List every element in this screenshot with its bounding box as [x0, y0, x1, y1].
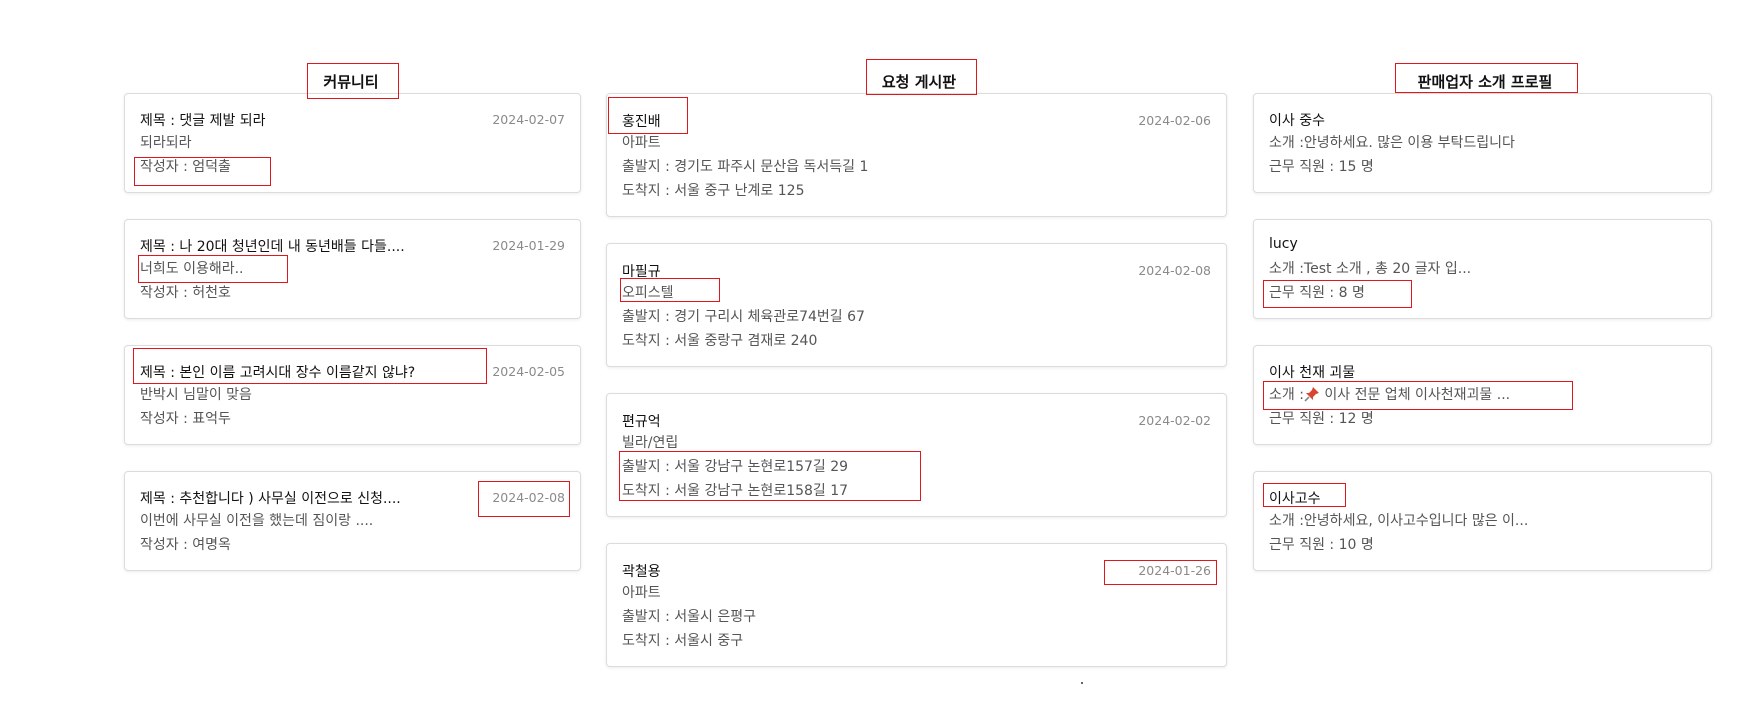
request-name[interactable]: 편규억	[622, 411, 661, 431]
request-from: 출발지 : 경기도 파주시 문산읍 독서득길 1	[622, 159, 869, 175]
post-title[interactable]: 제목 : 추천합니다 ) 사무실 이전으로 신청....	[140, 488, 401, 508]
request-type: 아파트	[622, 135, 661, 151]
community-card[interactable]: 제목 : 본인 이름 고려시대 장수 이름같지 않냐? 2024-02-05 반…	[124, 345, 581, 445]
requests-title: 요청 게시판	[881, 73, 957, 91]
community-card[interactable]: 제목 : 나 20대 청년인데 내 동년배들 다들.... 2024-01-29…	[124, 219, 581, 319]
community-card[interactable]: 제목 : 댓글 제발 되라 2024-02-07 되라되라 작성자 : 엄덕출	[124, 93, 581, 193]
request-from: 출발지 : 경기 구리시 체육관로74번길 67	[622, 309, 865, 325]
request-to: 도착지 : 서울 중구 난계로 125	[622, 183, 805, 199]
request-to: 도착지 : 서울 강남구 논현로158길 17	[622, 483, 849, 499]
seller-intro: 소개 :안녕하세요, 이사고수입니다 많은 이...	[1269, 513, 1529, 529]
seller-intro: 소개 :Test 소개 , 총 20 글자 입...	[1269, 261, 1472, 277]
seller-card[interactable]: 이사고수 소개 :안녕하세요, 이사고수입니다 많은 이... 근무 직원 : …	[1253, 471, 1712, 571]
request-from: 출발지 : 서울 강남구 논현로157길 29	[622, 459, 849, 475]
sellers-title: 판매업자 소개 프로필	[1417, 73, 1553, 91]
request-name[interactable]: 곽철용	[622, 561, 661, 581]
seller-intro-rest: 이사 전문 업체 이사천재괴물 ...	[1319, 387, 1511, 403]
post-author: 작성자 : 표억두	[140, 411, 231, 427]
community-card[interactable]: 제목 : 추천합니다 ) 사무실 이전으로 신청.... 2024-02-08 …	[124, 471, 581, 571]
request-name[interactable]: 마필규	[622, 261, 661, 281]
request-card[interactable]: 마필규 2024-02-08 오피스텔 출발지 : 경기 구리시 체육관로74번…	[606, 243, 1227, 367]
seller-staff: 근무 직원 : 10 명	[1269, 537, 1374, 553]
request-date: 2024-01-26	[1138, 563, 1211, 578]
seller-staff: 근무 직원 : 15 명	[1269, 159, 1374, 175]
seller-name[interactable]: 이사 천재 괴물	[1269, 362, 1355, 382]
request-card[interactable]: 편규억 2024-02-02 빌라/연립 출발지 : 서울 강남구 논현로157…	[606, 393, 1227, 517]
seller-intro: 소개 : 이사 전문 업체 이사천재괴물 ...	[1269, 384, 1510, 404]
community-title: 커뮤니티	[323, 73, 379, 91]
post-author: 작성자 : 엄덕출	[140, 159, 231, 175]
seller-name[interactable]: 이사고수	[1269, 488, 1321, 508]
request-type: 빌라/연립	[622, 435, 679, 451]
seller-card[interactable]: 이사 천재 괴물 소개 : 이사 전문 업체 이사천재괴물 ... 근무 직원 …	[1253, 345, 1712, 445]
post-content: 이번에 사무실 이전을 했는데 짐이랑 ....	[140, 513, 374, 529]
request-name[interactable]: 홍진배	[622, 111, 661, 131]
post-content: 되라되라	[140, 135, 192, 151]
post-title[interactable]: 제목 : 나 20대 청년인데 내 동년배들 다들....	[140, 236, 405, 256]
request-date: 2024-02-08	[1138, 263, 1211, 278]
seller-name[interactable]: lucy	[1269, 236, 1298, 252]
post-date: 2024-02-08	[492, 490, 565, 505]
stray-dot	[1081, 682, 1083, 684]
seller-staff: 근무 직원 : 8 명	[1269, 285, 1365, 301]
post-date: 2024-02-07	[492, 112, 565, 127]
request-from: 출발지 : 서울시 은평구	[622, 609, 756, 625]
post-date: 2024-02-05	[492, 364, 565, 379]
seller-staff: 근무 직원 : 12 명	[1269, 411, 1374, 427]
post-title[interactable]: 제목 : 댓글 제발 되라	[140, 110, 266, 130]
post-content: 너희도 이용해라..	[140, 261, 244, 277]
request-date: 2024-02-06	[1138, 113, 1211, 128]
seller-intro: 소개 :안녕하세요. 많은 이용 부탁드립니다	[1269, 135, 1515, 151]
request-date: 2024-02-02	[1138, 413, 1211, 428]
post-title[interactable]: 제목 : 본인 이름 고려시대 장수 이름같지 않냐?	[140, 362, 415, 382]
request-to: 도착지 : 서울시 중구	[622, 633, 744, 649]
seller-card[interactable]: 이사 중수 소개 :안녕하세요. 많은 이용 부탁드립니다 근무 직원 : 15…	[1253, 93, 1712, 193]
post-date: 2024-01-29	[492, 238, 565, 253]
request-type: 오피스텔	[622, 285, 674, 301]
request-card[interactable]: 홍진배 2024-02-06 아파트 출발지 : 경기도 파주시 문산읍 독서득…	[606, 93, 1227, 217]
post-author: 작성자 : 허천호	[140, 285, 231, 301]
pushpin-icon	[1304, 386, 1320, 403]
seller-intro-prefix: 소개 :	[1269, 387, 1304, 403]
post-content: 반박시 님말이 맞음	[140, 387, 252, 403]
seller-name[interactable]: 이사 중수	[1269, 110, 1325, 130]
post-author: 작성자 : 여명옥	[140, 537, 231, 553]
seller-card[interactable]: lucy 소개 :Test 소개 , 총 20 글자 입... 근무 직원 : …	[1253, 219, 1712, 319]
request-card[interactable]: 곽철용 2024-01-26 아파트 출발지 : 서울시 은평구 도착지 : 서…	[606, 543, 1227, 667]
request-type: 아파트	[622, 585, 661, 601]
request-to: 도착지 : 서울 중랑구 겸재로 240	[622, 333, 818, 349]
